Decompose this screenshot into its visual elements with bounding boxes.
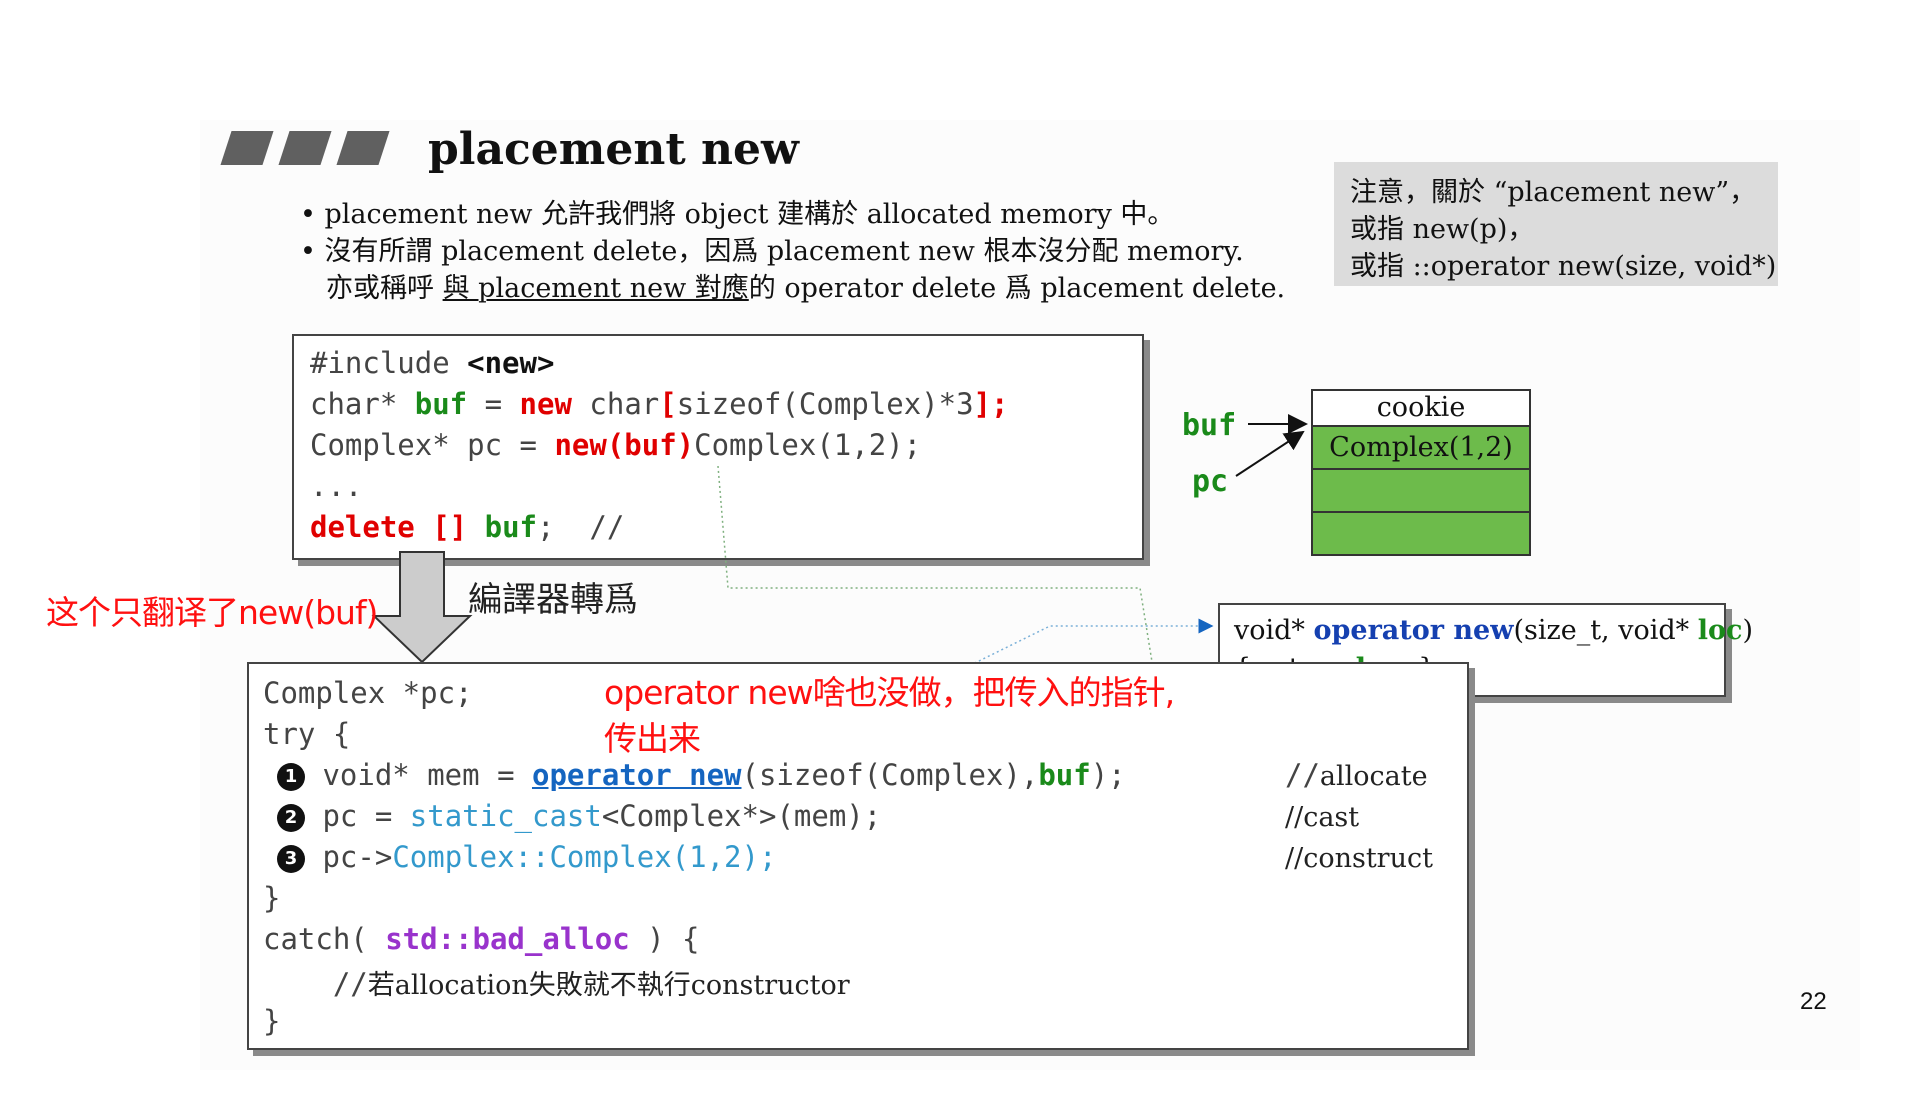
annotation-new-buf: 这个只翻译了new(buf) (46, 593, 378, 632)
code2-line-4: 2 pc = static_cast<Complex*>(mem); (277, 799, 881, 833)
code2-line-2: try { (263, 717, 351, 751)
annotation-operator-new-line-1: operator new啥也没做，把传入的指针, (604, 673, 1175, 712)
code2-line-5: 3 pc->Complex::Complex(1,2); (277, 840, 776, 874)
code2-line-1: Complex *pc; (263, 676, 473, 710)
comment-construct: //construct (1285, 843, 1433, 874)
step-3-badge: 3 (277, 845, 305, 873)
annotation-operator-new-line-2: 传出来 (604, 719, 701, 758)
code2-line-8: //若allocation失敗就不執行constructor (263, 967, 850, 1001)
step-1-badge: 1 (277, 763, 305, 791)
code-box-expansion: Complex *pc; try { 1 void* mem = operato… (247, 662, 1469, 1050)
comment-allocate: //allocate (1285, 758, 1428, 792)
compiler-label: 編譯器轉爲 (468, 580, 638, 620)
step-2-badge: 2 (277, 804, 305, 832)
code2-line-9: } (263, 1004, 281, 1038)
page-number: 22 (1800, 988, 1827, 1015)
op-line-1: void* operator new(size_t, void* loc) (1234, 615, 1753, 646)
code2-line-3: 1 void* mem = operator new(sizeof(Comple… (277, 758, 1126, 792)
comment-cast: //cast (1285, 802, 1360, 833)
code2-line-6: } (263, 881, 281, 915)
pc-arrow (1235, 430, 1305, 477)
compile-arrow (371, 551, 473, 664)
code2-line-7: catch( std::bad_alloc ) { (263, 922, 700, 956)
